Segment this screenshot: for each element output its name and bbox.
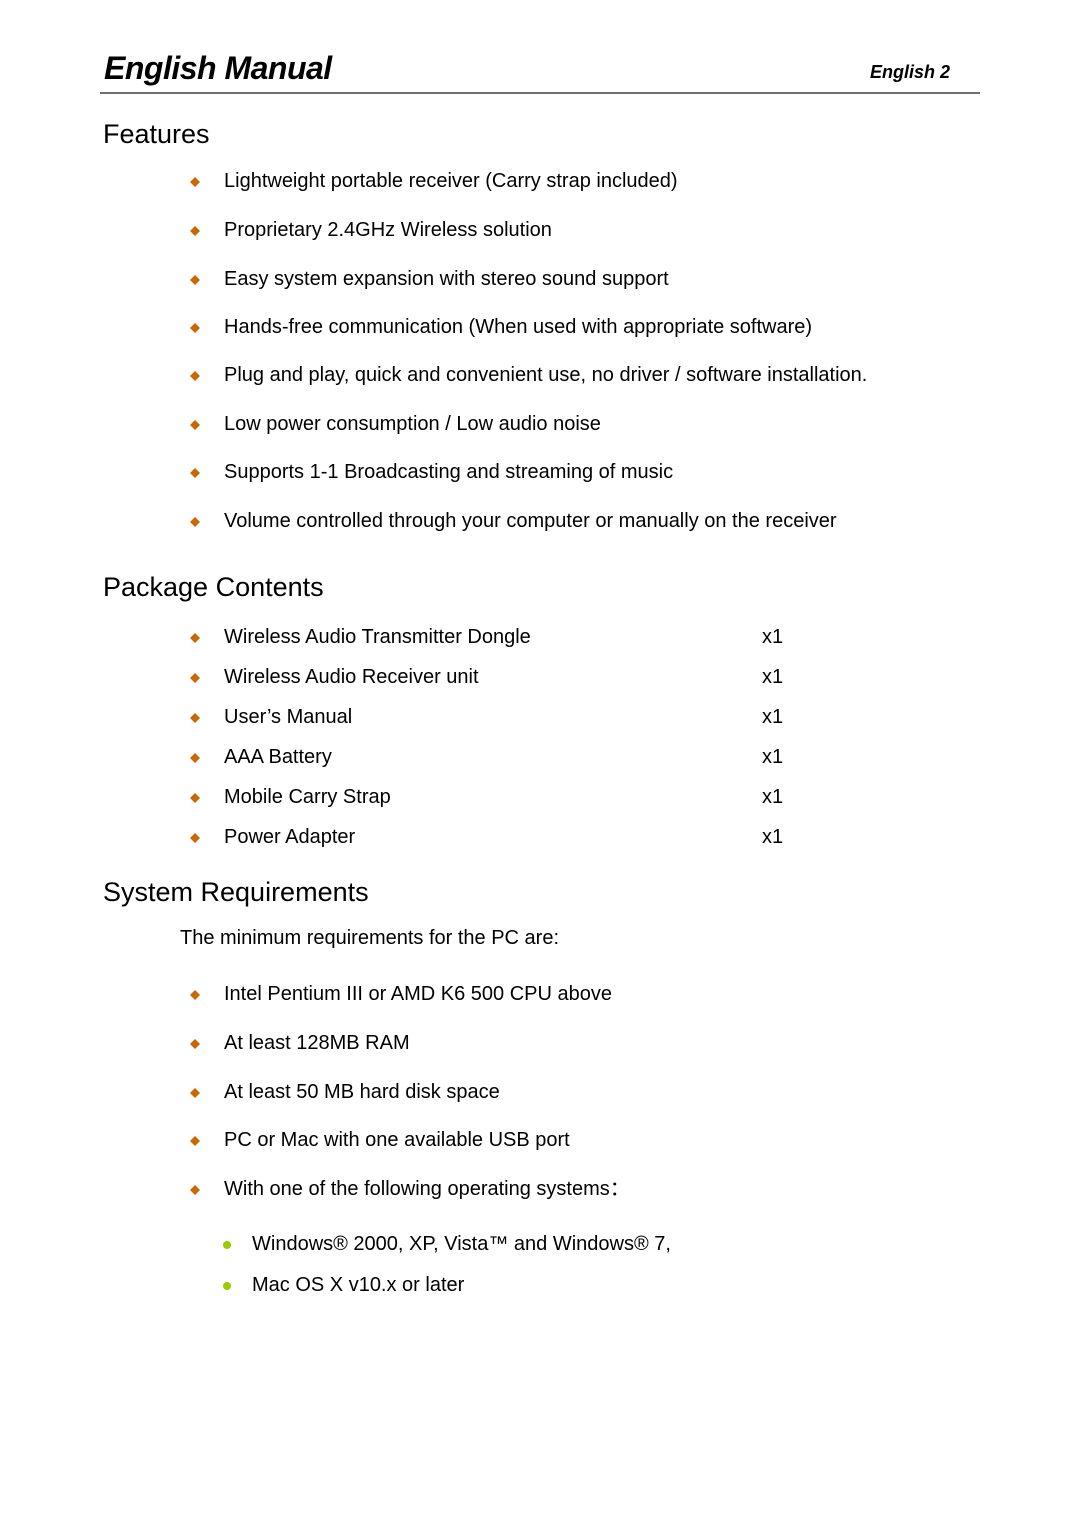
list-item: Mobile Carry Strap x1 xyxy=(0,784,1080,814)
list-item: Wireless Audio Receiver unit x1 xyxy=(0,664,1080,694)
diamond-bullet-icon xyxy=(190,177,200,187)
diamond-bullet-icon xyxy=(190,793,200,803)
document-title: English Manual xyxy=(104,50,332,86)
page-header: English Manual English 2 xyxy=(100,50,980,94)
list-item: Supports 1-1 Broadcasting and streaming … xyxy=(0,459,1080,489)
diamond-bullet-icon xyxy=(190,753,200,763)
list-item: At least 50 MB hard disk space xyxy=(0,1079,1080,1109)
page-number: English 2 xyxy=(869,62,950,82)
list-item-text: Proprietary 2.4GHz Wireless solution xyxy=(224,219,552,241)
list-item: Plug and play, quick and convenient use,… xyxy=(0,362,1080,392)
diamond-bullet-icon xyxy=(190,1039,200,1049)
diamond-bullet-icon xyxy=(190,420,200,430)
list-item-text: Easy system expansion with stereo sound … xyxy=(224,268,669,290)
diamond-bullet-icon xyxy=(190,673,200,683)
diamond-bullet-icon xyxy=(190,713,200,723)
list-item: AAA Battery x1 xyxy=(0,744,1080,774)
list-item-text: Power Adapter xyxy=(224,826,356,848)
list-item: PC or Mac with one available USB port xyxy=(0,1127,1080,1157)
list-item: Proprietary 2.4GHz Wireless solution xyxy=(0,217,1080,247)
list-item-text: At least 50 MB hard disk space xyxy=(224,1081,500,1103)
list-item: Low power consumption / Low audio noise xyxy=(0,411,1080,441)
os-list-item: Windows® 2000, XP, Vista™ and Windows® 7… xyxy=(0,1231,1080,1261)
diamond-bullet-icon xyxy=(190,468,200,478)
list-item: Power Adapter x1 xyxy=(0,824,1080,854)
diamond-bullet-icon xyxy=(190,1088,200,1098)
list-item-text: Hands-free communication (When used with… xyxy=(224,316,813,338)
list-item-text: User’s Manual xyxy=(224,706,353,728)
diamond-bullet-icon xyxy=(190,833,200,843)
list-item-text: At least 128MB RAM xyxy=(224,1032,410,1054)
diamond-bullet-icon xyxy=(190,371,200,381)
quantity: x1 xyxy=(762,706,784,728)
requirements-intro: The minimum requirements for the PC are: xyxy=(180,927,560,949)
list-item-text: AAA Battery xyxy=(224,746,332,768)
list-item: Lightweight portable receiver (Carry str… xyxy=(0,168,1080,198)
quantity: x1 xyxy=(762,786,784,808)
diamond-bullet-icon xyxy=(190,990,200,1000)
list-item-text: PC or Mac with one available USB port xyxy=(224,1129,570,1151)
list-item: Intel Pentium III or AMD K6 500 CPU abov… xyxy=(0,981,1080,1011)
diamond-bullet-icon xyxy=(190,1136,200,1146)
quantity: x1 xyxy=(762,626,784,648)
quantity: x1 xyxy=(762,826,784,848)
features-heading: Features xyxy=(103,119,210,149)
round-bullet-icon xyxy=(223,1241,231,1249)
list-item-text: Wireless Audio Receiver unit xyxy=(224,666,479,688)
list-item-text: With one of the following operating syst… xyxy=(224,1178,630,1200)
list-item-text: Plug and play, quick and convenient use,… xyxy=(224,364,868,386)
diamond-bullet-icon xyxy=(190,517,200,527)
list-item-text: Wireless Audio Transmitter Dongle xyxy=(224,626,531,648)
list-item: At least 128MB RAM xyxy=(0,1030,1080,1060)
list-item: With one of the following operating syst… xyxy=(0,1176,1080,1206)
system-requirements-heading: System Requirements xyxy=(103,877,369,907)
round-bullet-icon xyxy=(223,1282,231,1290)
list-item-text: Volume controlled through your computer … xyxy=(224,510,837,532)
list-item-text: Mobile Carry Strap xyxy=(224,786,391,808)
diamond-bullet-icon xyxy=(190,633,200,643)
list-item: Wireless Audio Transmitter Dongle x1 xyxy=(0,624,1080,654)
package-contents-heading: Package Contents xyxy=(103,572,324,602)
list-item-text: Low power consumption / Low audio noise xyxy=(224,413,601,435)
list-item-text: Supports 1-1 Broadcasting and streaming … xyxy=(224,461,674,483)
diamond-bullet-icon xyxy=(190,275,200,285)
list-item-text: Lightweight portable receiver (Carry str… xyxy=(224,170,678,192)
diamond-bullet-icon xyxy=(190,1185,200,1195)
diamond-bullet-icon xyxy=(190,323,200,333)
list-item-text: Intel Pentium III or AMD K6 500 CPU abov… xyxy=(224,983,612,1005)
quantity: x1 xyxy=(762,746,784,768)
os-list-item: Mac OS X v10.x or later xyxy=(0,1272,1080,1302)
list-item: Easy system expansion with stereo sound … xyxy=(0,266,1080,296)
os-item-text: Windows® 2000, XP, Vista™ and Windows® 7… xyxy=(252,1233,671,1255)
diamond-bullet-icon xyxy=(190,226,200,236)
list-item: Hands-free communication (When used with… xyxy=(0,314,1080,344)
list-item: Volume controlled through your computer … xyxy=(0,508,1080,538)
os-item-text: Mac OS X v10.x or later xyxy=(252,1274,465,1296)
quantity: x1 xyxy=(762,666,784,688)
list-item: User’s Manual x1 xyxy=(0,704,1080,734)
